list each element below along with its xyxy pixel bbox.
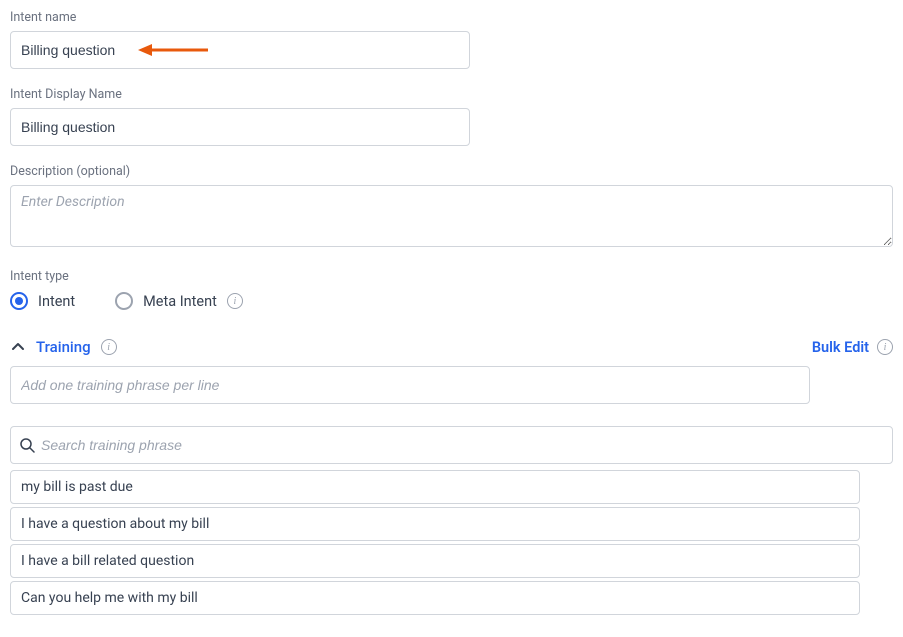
intent-name-input[interactable] [10,31,470,69]
info-icon[interactable]: i [877,339,893,355]
info-icon[interactable]: i [101,339,117,355]
training-phrase-item[interactable]: Can you help me with my bill [10,581,860,615]
training-phrase-input[interactable] [10,366,810,404]
training-phrase-item[interactable]: my bill is past due [10,470,860,504]
training-phrase-item[interactable]: I have a question about my bill [10,507,860,541]
intent-type-meta-radio[interactable]: Meta Intent i [115,292,243,310]
info-icon[interactable]: i [227,293,243,309]
training-section-title: Training [36,338,91,356]
training-search-box[interactable] [10,426,893,464]
description-textarea[interactable] [10,185,893,247]
training-search-input[interactable] [41,437,884,453]
bulk-edit-link[interactable]: Bulk Edit [812,339,869,356]
radio-unselected-icon [115,292,133,310]
training-phrase-item[interactable]: I have a bill related question [10,544,860,578]
intent-type-label: Intent type [10,269,893,284]
chevron-up-icon[interactable] [10,339,26,355]
intent-display-name-input[interactable] [10,108,470,146]
intent-type-meta-label: Meta Intent [143,293,217,310]
intent-type-intent-radio[interactable]: Intent [10,292,75,310]
radio-selected-icon [10,292,28,310]
search-icon [19,437,35,453]
intent-name-label: Intent name [10,10,893,25]
intent-display-name-label: Intent Display Name [10,87,893,102]
intent-type-intent-label: Intent [38,293,75,310]
training-phrase-list: my bill is past due I have a question ab… [10,470,893,615]
description-label: Description (optional) [10,164,893,179]
